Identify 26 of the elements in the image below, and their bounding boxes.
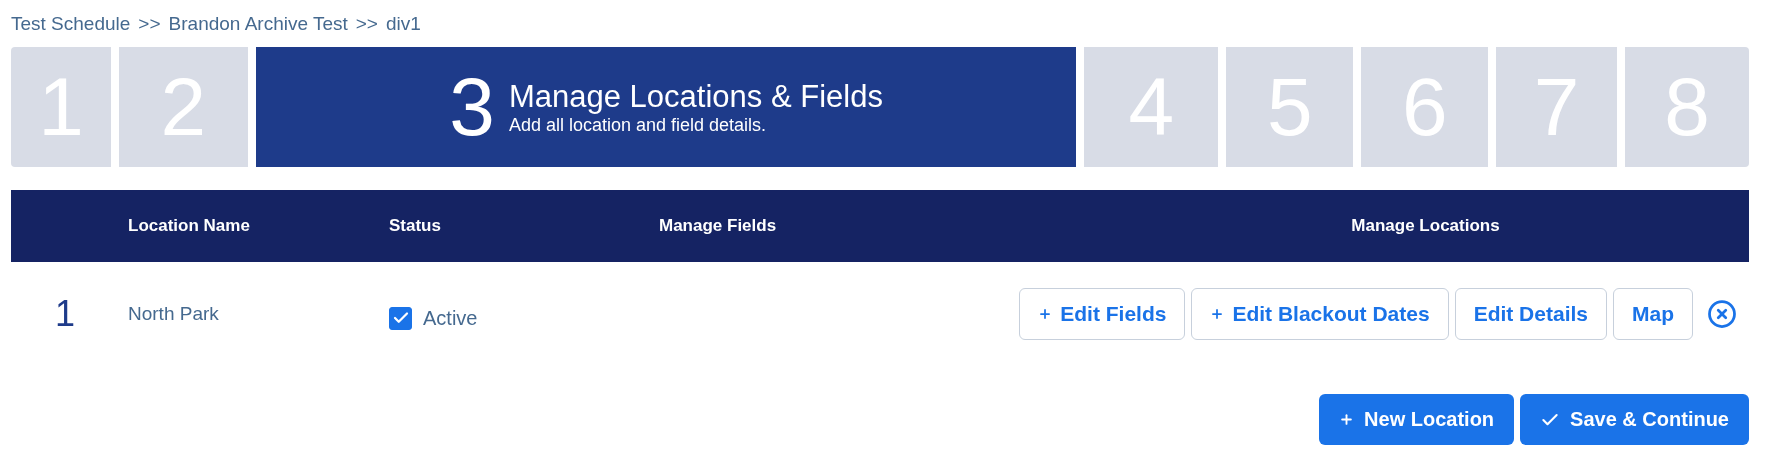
action-button[interactable]: Edit Blackout Dates: [1191, 288, 1449, 340]
step-subtitle: Add all location and field details.: [508, 114, 768, 136]
breadcrumb-link[interactable]: div1: [385, 13, 421, 35]
column-header: Manage Locations: [1350, 216, 1501, 236]
breadcrumb-separator: >>: [138, 13, 161, 35]
location-name: North Park: [127, 303, 220, 325]
save-button[interactable]: Save & Continue: [1520, 394, 1749, 445]
plus-icon: [1210, 307, 1225, 321]
breadcrumb-link[interactable]: Test Schedule: [11, 13, 131, 35]
breadcrumb-link[interactable]: Brandon Archive Test: [168, 13, 348, 35]
column-header: Status: [388, 216, 442, 236]
column-header: Manage Fields: [658, 216, 778, 236]
action-button[interactable]: Edit Fields: [1019, 288, 1186, 340]
column-header: Location Name: [127, 216, 251, 236]
remove-button[interactable]: [1707, 299, 1737, 329]
action-button[interactable]: Map: [1613, 288, 1693, 340]
plus-icon: [1339, 412, 1355, 427]
status-label: Active: [423, 306, 478, 330]
row-number: 1: [54, 293, 76, 335]
action-button[interactable]: Edit Details: [1454, 288, 1607, 340]
step-title: Manage Locations & Fields: [508, 78, 883, 115]
breadcrumb-separator: >>: [355, 13, 378, 35]
plus-icon: [1038, 307, 1053, 321]
add-button[interactable]: New Location: [1319, 394, 1515, 445]
status-checkbox[interactable]: [389, 306, 412, 330]
close-icon: [1707, 299, 1737, 329]
